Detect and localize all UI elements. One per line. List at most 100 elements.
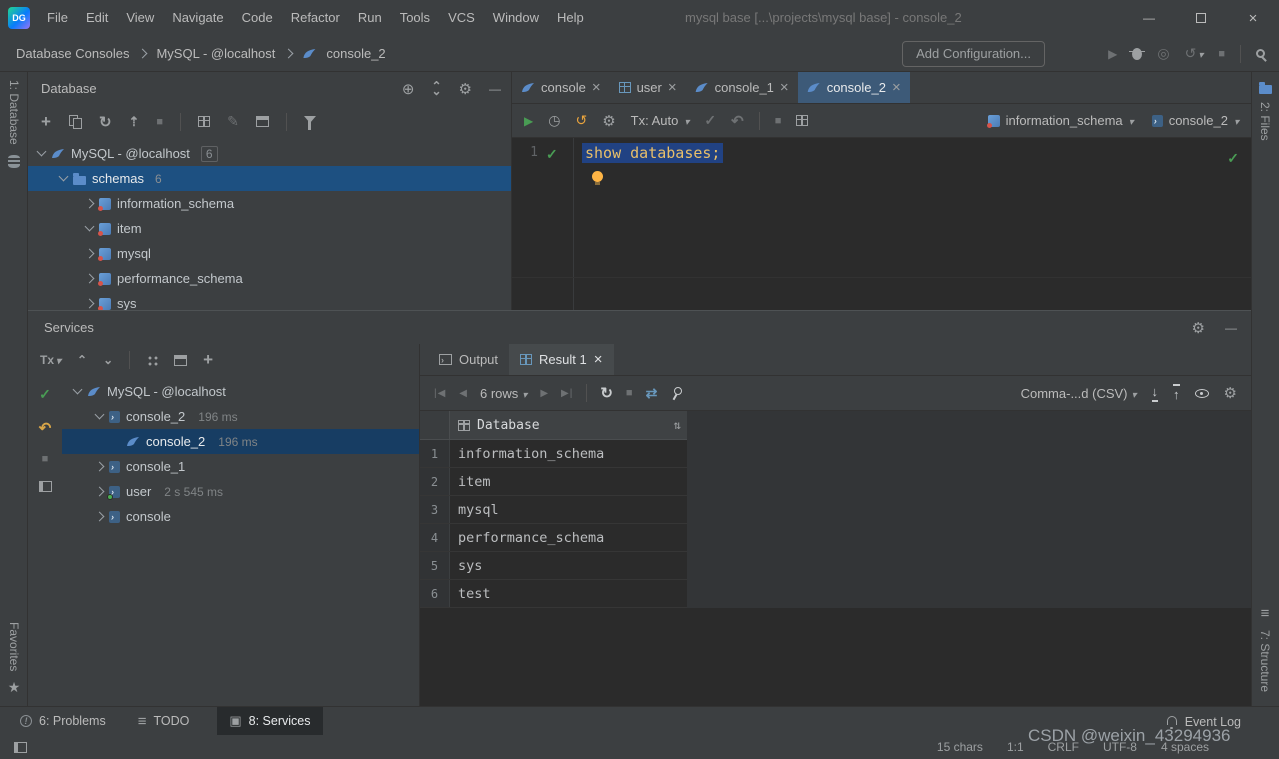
tab-user[interactable]: user <box>610 72 686 103</box>
panel-settings-gear-icon[interactable] <box>1192 319 1205 337</box>
tree-row-performance-schema[interactable]: performance_schema <box>28 266 511 291</box>
service-row-console-2-session[interactable]: console_2 196 ms <box>62 404 419 429</box>
coverage-button[interactable] <box>1157 45 1169 62</box>
service-row-console-1[interactable]: console_1 <box>62 454 419 479</box>
intention-bulb-icon[interactable] <box>592 171 603 185</box>
close-tab-icon[interactable] <box>594 351 603 368</box>
tree-row-item[interactable]: item <box>28 216 511 241</box>
chevron-right-icon[interactable] <box>84 298 95 309</box>
compare-icon[interactable] <box>646 385 658 402</box>
service-row-console[interactable]: console <box>62 504 419 529</box>
export-format-dropdown[interactable]: Comma-...d (CSV) <box>1021 386 1137 401</box>
profiler-button[interactable] <box>1185 45 1204 62</box>
editor-body[interactable]: 1 show databases; <box>512 138 1251 310</box>
cell-value[interactable]: item <box>450 468 687 495</box>
view-options-icon[interactable] <box>174 354 188 366</box>
breadcrumb-database-consoles[interactable]: Database Consoles <box>16 46 129 61</box>
toolwindow-toggle-icon[interactable] <box>14 741 27 753</box>
stop-button[interactable] <box>42 453 49 465</box>
tab-console-1[interactable]: console_1 <box>686 72 798 103</box>
rows-count-dropdown[interactable]: 6 rows <box>480 386 527 401</box>
add-service-button[interactable] <box>203 350 213 370</box>
toolwindow-button-services[interactable]: 8: Services <box>217 706 323 736</box>
previous-page-button[interactable] <box>459 388 467 399</box>
table-data-button[interactable] <box>198 116 211 127</box>
console-selector-dropdown[interactable]: console_2 <box>1151 113 1239 128</box>
breadcrumb-datasource[interactable]: MySQL - @localhost <box>156 46 275 61</box>
run-button[interactable] <box>1108 47 1117 61</box>
layout-icon[interactable] <box>38 481 52 492</box>
commit-button[interactable] <box>39 386 51 403</box>
close-tab-icon[interactable] <box>668 79 677 96</box>
debug-button[interactable] <box>1129 47 1146 60</box>
chevron-down-icon[interactable] <box>72 384 83 395</box>
menu-navigate[interactable]: Navigate <box>163 0 232 36</box>
first-page-button[interactable] <box>434 388 446 399</box>
chevron-right-icon[interactable] <box>84 273 95 284</box>
chevron-down-icon[interactable] <box>36 146 47 157</box>
cell-value[interactable]: test <box>450 580 687 607</box>
commit-button[interactable] <box>704 112 716 129</box>
table-row[interactable]: 5 sys <box>420 552 687 580</box>
close-tab-icon[interactable] <box>780 79 789 96</box>
toolwindow-button-files[interactable]: 2: Files <box>1258 82 1272 141</box>
toolwindow-button-problems[interactable]: 6: Problems <box>16 707 110 736</box>
maximize-button[interactable] <box>1175 0 1227 36</box>
stop-button[interactable] <box>1218 48 1225 60</box>
service-row-user[interactable]: user 2 s 545 ms <box>62 479 419 504</box>
diagram-button[interactable] <box>255 116 269 127</box>
sort-icon[interactable] <box>674 418 681 432</box>
history-icon[interactable] <box>548 112 560 129</box>
table-row[interactable]: 3 mysql <box>420 496 687 524</box>
chevron-right-icon[interactable] <box>94 511 105 522</box>
rollback-button[interactable] <box>39 419 52 437</box>
filter-icon[interactable] <box>303 116 316 130</box>
tab-output[interactable]: Output <box>428 344 509 375</box>
collapse-all-button[interactable] <box>431 84 441 94</box>
wrench-settings-icon[interactable] <box>602 112 615 130</box>
grid-settings-gear-icon[interactable] <box>1224 384 1237 402</box>
toolwindow-button-structure[interactable]: 7: Structure <box>1258 605 1272 692</box>
close-tab-icon[interactable] <box>592 79 601 96</box>
menu-view[interactable]: View <box>117 0 163 36</box>
tree-row-datasource[interactable]: MySQL - @localhost 6 <box>28 141 511 166</box>
hide-panel-button[interactable] <box>1225 321 1237 335</box>
submit-changes-button[interactable] <box>129 114 140 130</box>
execute-button[interactable] <box>524 114 533 128</box>
menu-vcs[interactable]: VCS <box>439 0 484 36</box>
tab-result-1[interactable]: Result 1 <box>509 344 614 375</box>
tab-console[interactable]: console <box>512 72 610 103</box>
chevron-right-icon[interactable] <box>84 248 95 259</box>
chevron-right-icon[interactable] <box>84 198 95 209</box>
tx-toggle[interactable]: Tx <box>40 353 61 367</box>
stop-query-button[interactable] <box>156 116 163 128</box>
tree-row-schemas[interactable]: schemas 6 <box>28 166 511 191</box>
add-configuration-button[interactable]: Add Configuration... <box>902 41 1045 67</box>
chevron-down-icon[interactable] <box>94 409 105 420</box>
tree-row-mysql[interactable]: mysql <box>28 241 511 266</box>
pin-tab-icon[interactable] <box>670 386 683 400</box>
table-row[interactable]: 1 information_schema <box>420 440 687 468</box>
menu-tools[interactable]: Tools <box>391 0 439 36</box>
service-row-datasource[interactable]: MySQL - @localhost <box>62 379 419 404</box>
toolwindow-button-favorites[interactable]: Favorites <box>7 622 21 696</box>
schema-selector-dropdown[interactable]: information_schema <box>986 113 1134 128</box>
view-grid-icon[interactable] <box>796 115 809 126</box>
menu-help[interactable]: Help <box>548 0 593 36</box>
toolwindow-button-todo[interactable]: TODO <box>134 707 194 736</box>
sql-statement[interactable]: show databases; <box>582 143 724 163</box>
rollback-button[interactable] <box>731 112 744 130</box>
cell-value[interactable]: performance_schema <box>450 524 687 551</box>
grid-corner-cell[interactable] <box>420 411 450 439</box>
code-area[interactable]: show databases; <box>574 138 1251 310</box>
column-header-database[interactable]: Database <box>450 418 687 433</box>
export-data-icon[interactable] <box>1151 384 1159 402</box>
chevron-right-icon[interactable] <box>94 486 105 497</box>
caret-position-indicator[interactable]: 1:1 <box>1007 740 1024 754</box>
table-row[interactable]: 4 performance_schema <box>420 524 687 552</box>
cell-value[interactable]: information_schema <box>450 440 687 467</box>
cell-value[interactable]: mysql <box>450 496 687 523</box>
add-datasource-button[interactable] <box>41 112 51 132</box>
collapse-all-icon[interactable] <box>103 353 113 367</box>
view-options-eye-icon[interactable] <box>1194 388 1209 398</box>
